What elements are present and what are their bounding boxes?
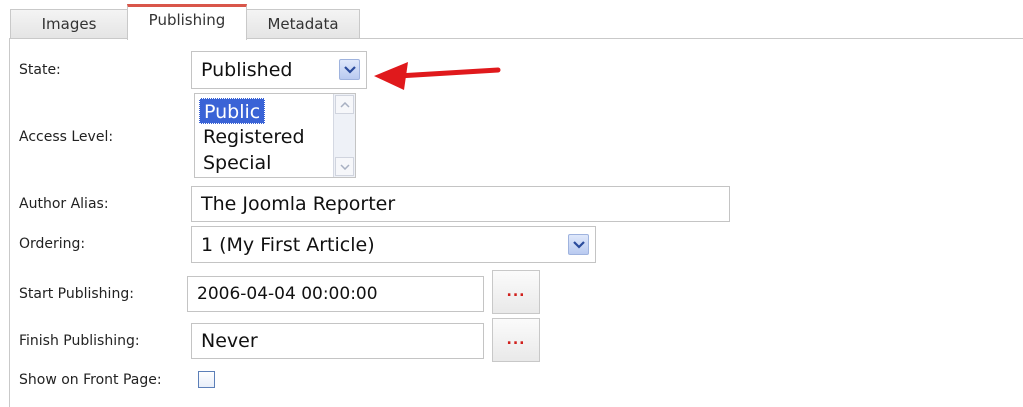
author-alias-label: Author Alias: [19,196,109,212]
finish-publishing-label: Finish Publishing: [19,333,140,349]
state-select[interactable]: Published [191,51,367,89]
red-arrow-icon [374,62,501,90]
author-alias-value: The Joomla Reporter [201,193,396,215]
chevron-down-icon[interactable] [335,157,354,176]
finish-calendar-button[interactable]: ... [492,318,540,362]
ordering-value: 1 (My First Article) [201,233,375,256]
finish-publishing-value: Never [201,330,258,352]
tab-metadata[interactable]: Metadata [246,9,360,39]
state-value: Published [201,59,293,81]
chevron-down-icon[interactable] [568,234,589,255]
calendar-ellipsis-icon: ... [506,284,526,300]
chevron-up-icon[interactable] [335,95,354,114]
list-option-registered[interactable]: Registered [199,124,309,150]
access-level-label: Access Level: [19,129,114,145]
start-calendar-button[interactable]: ... [492,270,540,314]
start-publishing-label: Start Publishing: [19,286,134,302]
show-on-front-page-checkbox[interactable] [198,371,215,388]
list-option-special[interactable]: Special [199,150,275,176]
access-level-listbox[interactable]: Public Registered Special [194,93,356,178]
tab-images[interactable]: Images [10,9,128,39]
finish-publishing-input[interactable]: Never [191,323,484,359]
tab-publishing[interactable]: Publishing [127,4,247,40]
ordering-label: Ordering: [19,236,86,252]
chevron-down-icon[interactable] [339,59,360,80]
show-on-front-page-label: Show on Front Page: [19,372,162,388]
calendar-ellipsis-icon: ... [506,332,526,348]
start-publishing-input[interactable]: 2006-04-04 00:00:00 [187,276,484,312]
listbox-scrollbar[interactable] [333,94,355,177]
author-alias-input[interactable]: The Joomla Reporter [191,186,730,222]
state-label: State: [19,62,61,78]
list-option-public[interactable]: Public [199,98,266,124]
tab-bar: Images Publishing Metadata [0,0,1023,40]
ordering-select[interactable]: 1 (My First Article) [191,226,596,263]
start-publishing-value: 2006-04-04 00:00:00 [197,284,378,304]
